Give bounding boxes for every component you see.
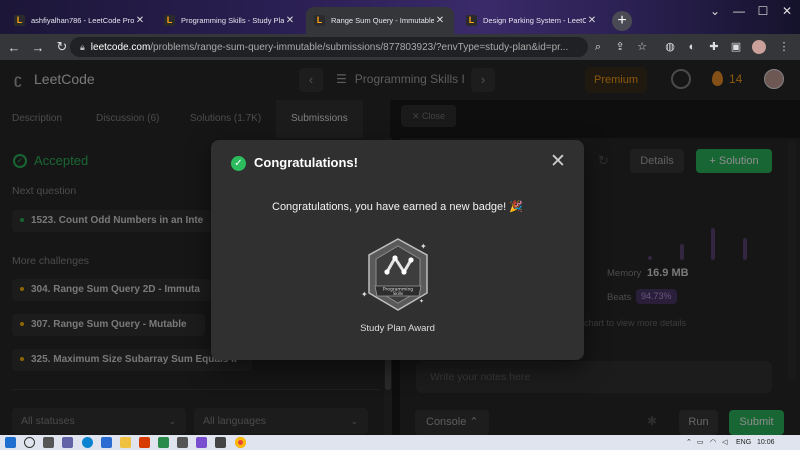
url-path: /problems/range-sum-query-immutable/subm… bbox=[150, 41, 569, 53]
leetcode-favicon-icon: L bbox=[164, 15, 175, 26]
browser-toolbar: ← → ↻ 🔒︎ leetcode.com /problems/range-su… bbox=[0, 34, 800, 60]
office-icon[interactable] bbox=[139, 437, 150, 448]
bookmark-star-icon[interactable]: ☆ bbox=[635, 40, 649, 54]
leetcode-favicon-icon: L bbox=[14, 15, 25, 26]
lock-icon: 🔒︎ bbox=[80, 41, 85, 52]
tab-title: Range Sum Query - Immutable - Lee bbox=[331, 16, 434, 25]
edge-icon[interactable] bbox=[82, 437, 93, 448]
file-explorer-icon[interactable] bbox=[120, 437, 131, 448]
search-icon[interactable] bbox=[24, 437, 35, 448]
puzzle-icon[interactable]: ✚ bbox=[707, 40, 721, 54]
teams-icon[interactable] bbox=[62, 437, 73, 448]
close-tab-icon[interactable]: ✕ bbox=[134, 15, 146, 26]
profile-avatar[interactable] bbox=[752, 40, 766, 54]
close-tab-icon[interactable]: ✕ bbox=[586, 15, 598, 26]
back-arrow-icon[interactable]: ← bbox=[4, 40, 24, 55]
close-tab-icon[interactable]: ✕ bbox=[434, 15, 446, 26]
browser-tab-strip: L ashfiyalhan786 - LeetCode Profile ✕ L … bbox=[0, 0, 800, 34]
new-tab-button[interactable]: + bbox=[612, 11, 632, 31]
chrome-icon[interactable] bbox=[235, 437, 246, 448]
tray-chevron-up-icon[interactable]: ⌃ bbox=[686, 437, 692, 448]
menu-kebab-icon[interactable]: ⋮ bbox=[777, 40, 791, 54]
battery-icon[interactable]: ▭ bbox=[697, 437, 704, 448]
wifi-icon[interactable]: ◠ bbox=[710, 437, 716, 448]
reload-icon[interactable]: ↻ bbox=[52, 39, 72, 55]
browser-tab[interactable]: L Programming Skills - Study Plan - Lee … bbox=[156, 7, 304, 34]
sparkle-icon: ✦ bbox=[419, 299, 425, 305]
app-icon[interactable] bbox=[177, 437, 188, 448]
browser-tab[interactable]: L ashfiyalhan786 - LeetCode Profile ✕ bbox=[6, 7, 154, 34]
task-view-icon[interactable] bbox=[43, 437, 54, 448]
app-icon[interactable] bbox=[215, 437, 226, 448]
address-bar[interactable]: 🔒︎ leetcode.com /problems/range-sum-quer… bbox=[70, 37, 588, 57]
badge-text-2: Skills bbox=[393, 291, 403, 296]
close-window-icon[interactable]: ✕ bbox=[770, 0, 800, 24]
leetcode-favicon-icon: L bbox=[314, 15, 325, 26]
app-icon[interactable] bbox=[196, 437, 207, 448]
clock[interactable]: 10:06 bbox=[757, 437, 775, 448]
tab-title: Design Parking System - LeetCode bbox=[483, 16, 586, 25]
sidepanel-icon[interactable]: ▣ bbox=[729, 40, 743, 54]
url-host: leetcode.com bbox=[90, 41, 151, 53]
share-icon[interactable]: ⇪ bbox=[613, 40, 627, 54]
close-dialog-button[interactable]: ✕ bbox=[547, 151, 569, 173]
close-tab-icon[interactable]: ✕ bbox=[284, 15, 296, 26]
extension-globe-icon[interactable]: ◍ bbox=[663, 40, 677, 54]
badge-award-dialog: ✓ Congratulations! ✕ Congratulations, yo… bbox=[211, 140, 584, 360]
sparkle-icon: ✦ bbox=[420, 242, 427, 251]
windows-taskbar: ⌃ ▭ ◠ ◁ ENG 10:06 bbox=[0, 435, 800, 450]
leetcode-favicon-icon: L bbox=[466, 15, 477, 26]
dialog-title: Congratulations! bbox=[254, 155, 358, 170]
dialog-message: Congratulations, you have earned a new b… bbox=[272, 201, 523, 213]
award-label: Study Plan Award bbox=[360, 323, 435, 334]
check-circle-icon: ✓ bbox=[231, 156, 246, 171]
windows-start-icon[interactable] bbox=[5, 437, 16, 448]
forward-arrow-icon[interactable]: → bbox=[28, 40, 48, 55]
store-icon[interactable] bbox=[101, 437, 112, 448]
volume-icon[interactable]: ◁ bbox=[722, 437, 727, 448]
sparkle-icon: ✦ bbox=[361, 290, 368, 299]
keyboard-language[interactable]: ENG bbox=[736, 437, 751, 448]
app-icon[interactable] bbox=[158, 437, 169, 448]
tab-title: ashfiyalhan786 - LeetCode Profile bbox=[31, 16, 134, 25]
browser-tab[interactable]: L Design Parking System - LeetCode ✕ bbox=[458, 7, 606, 34]
browser-tab-active[interactable]: L Range Sum Query - Immutable - Lee ✕ bbox=[306, 7, 454, 34]
extension-icon[interactable]: ◐ bbox=[685, 40, 699, 54]
tab-title: Programming Skills - Study Plan - Lee bbox=[181, 16, 284, 25]
zoom-icon[interactable]: ⌕ bbox=[591, 40, 605, 54]
